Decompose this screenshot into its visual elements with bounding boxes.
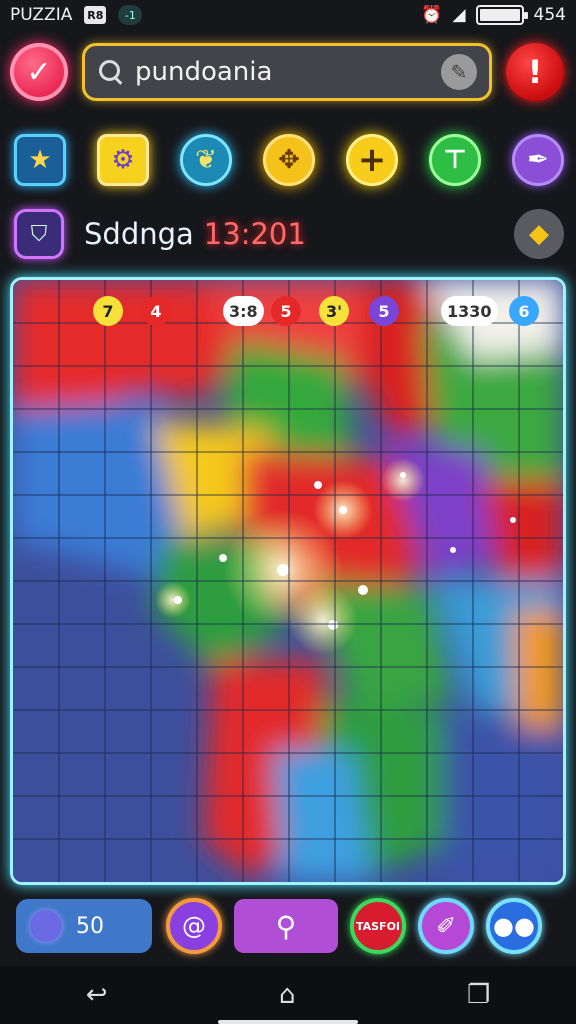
alert-button[interactable]: ! (506, 43, 564, 101)
quill-icon: ✒ (527, 145, 549, 175)
puzzle-info-row: ⛉ Sddnga 13:201 ◆ (14, 206, 564, 262)
dots-icon: ●● (493, 912, 535, 940)
stamp-tool-button[interactable]: ⊤ (429, 134, 481, 186)
token-label: 1330 (447, 301, 492, 321)
settings-tool-button[interactable]: ⚙ (97, 134, 149, 186)
token-label: 7 (102, 301, 114, 321)
transfer-label: TASFOI (355, 919, 401, 933)
token-label: 5 (280, 301, 292, 321)
board-token[interactable]: 6 (509, 296, 539, 326)
token-label: 3' (325, 301, 343, 321)
top-row: ✓ pundoania ✎ ! (10, 40, 566, 104)
board-token[interactable]: 4 (141, 296, 171, 326)
hint-button[interactable]: ◆ (514, 209, 564, 259)
game-screen: PUZZIA R8 -1 ⏰ ◢ 454 ✓ pundoania ✎ ! ★ ⚙… (0, 0, 576, 1024)
puzzle-board[interactable]: 7 4 3:8 5 3' 5 1330 6 (10, 277, 566, 885)
scatter-icon: ✥ (278, 145, 300, 175)
gem-count: 50 (76, 913, 104, 939)
token-label: 4 (150, 301, 162, 321)
status-app-name: PUZZIA (10, 5, 73, 25)
board-token[interactable]: 5 (271, 296, 301, 326)
status-notification-icon: -1 (118, 5, 143, 25)
home-icon[interactable]: ⌂ (279, 980, 296, 1010)
status-left: PUZZIA R8 -1 (10, 5, 143, 25)
bottom-toolbar: 50 @ ⚲ TASFOI ✐ ●● (16, 898, 560, 954)
search-bar[interactable]: pundoania ✎ (82, 43, 492, 101)
leaf-icon: ❦ (195, 145, 217, 175)
token-label: 5 (378, 301, 390, 321)
brush-button[interactable]: ✐ (418, 898, 474, 954)
quill-tool-button[interactable]: ✒ (512, 134, 564, 186)
hint-icon: ◆ (529, 219, 549, 249)
status-clock: 454 (533, 5, 566, 25)
board-token[interactable]: 3' (319, 296, 349, 326)
board-tool-button[interactable]: ★ (14, 134, 66, 186)
rotate-icon: @ (182, 912, 206, 940)
board-token[interactable]: 3:8 (223, 296, 264, 326)
gem-icon (30, 910, 62, 942)
more-button[interactable]: ●● (486, 898, 542, 954)
brush-icon: ✐ (435, 912, 457, 940)
token-label: 6 (518, 301, 530, 321)
alarm-icon: ⏰ (421, 5, 443, 25)
gear-icon: ⚙ (111, 145, 135, 175)
puzzle-shield-icon: ⛉ (30, 221, 48, 247)
search-icon (97, 58, 125, 86)
board-token[interactable]: 1330 (441, 296, 498, 326)
star-grid-icon: ★ (28, 145, 52, 175)
scatter-tool-button[interactable]: ✥ (263, 134, 315, 186)
pin-button[interactable]: ⚲ (234, 899, 338, 953)
check-button[interactable]: ✓ (10, 43, 68, 101)
token-label: 3:8 (229, 301, 258, 321)
puzzle-timer: 13:201 (203, 217, 306, 251)
gem-counter-button[interactable]: 50 (16, 899, 152, 953)
board-token[interactable]: 7 (93, 296, 123, 326)
rotate-button[interactable]: @ (166, 898, 222, 954)
puzzle-name: Sddnga (84, 217, 194, 251)
system-nav-bar: ↩ ⌂ ❐ (0, 966, 576, 1024)
stamp-icon: ⊤ (443, 145, 467, 175)
puzzle-artwork[interactable] (13, 280, 563, 882)
puzzle-badge[interactable]: ⛉ (14, 209, 64, 259)
pen-icon[interactable]: ✎ (441, 54, 477, 90)
leaf-tool-button[interactable]: ❦ (180, 134, 232, 186)
check-icon: ✓ (26, 54, 52, 90)
status-badge-icon: R8 (84, 6, 107, 24)
map-pin-icon: ⚲ (275, 909, 297, 943)
add-tool-button[interactable]: + (346, 134, 398, 186)
transfer-button[interactable]: TASFOI (350, 898, 406, 954)
tool-row: ★ ⚙ ❦ ✥ + ⊤ ✒ (14, 130, 564, 190)
board-token[interactable]: 5 (369, 296, 399, 326)
recents-icon[interactable]: ❐ (467, 980, 490, 1010)
exclamation-icon: ! (527, 53, 543, 91)
nav-indicator (218, 1020, 358, 1024)
search-input[interactable]: pundoania (135, 57, 441, 87)
status-right: ⏰ ◢ 454 (421, 5, 566, 25)
plus-icon: + (357, 140, 387, 180)
back-icon[interactable]: ↩ (86, 980, 108, 1010)
wifi-icon: ◢ (452, 5, 466, 25)
status-bar: PUZZIA R8 -1 ⏰ ◢ 454 (0, 0, 576, 30)
battery-icon (475, 5, 528, 25)
